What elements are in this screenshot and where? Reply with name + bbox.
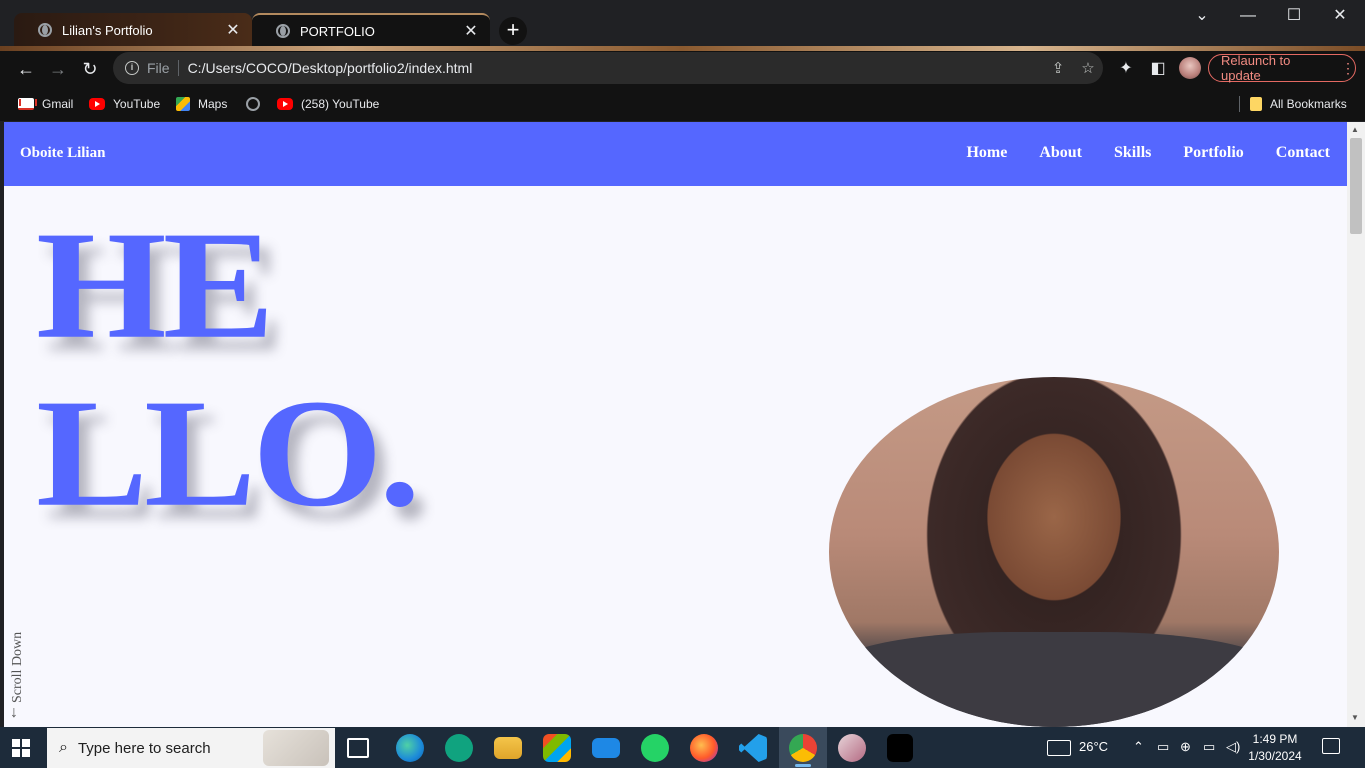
bookmark-gmail[interactable]: Gmail bbox=[18, 95, 73, 113]
bookmark-label: (258) YouTube bbox=[301, 97, 380, 111]
close-tab-icon[interactable]: ✕ bbox=[462, 21, 480, 41]
web-page: Oboite Lilian Home About Skills Portfoli… bbox=[4, 122, 1347, 727]
taskbar-search-box[interactable]: ⌕ Type here to search bbox=[47, 728, 335, 768]
folder-icon bbox=[1250, 97, 1262, 111]
minimize-button[interactable]: — bbox=[1225, 4, 1271, 28]
forward-button[interactable]: → bbox=[46, 58, 70, 80]
task-view-icon[interactable] bbox=[347, 738, 369, 758]
divider bbox=[177, 60, 179, 76]
edge-icon[interactable] bbox=[396, 734, 424, 762]
nav-link-portfolio[interactable]: Portfolio bbox=[1183, 144, 1243, 162]
bookmark-youtube[interactable]: YouTube bbox=[89, 95, 160, 113]
nav-link-contact[interactable]: Contact bbox=[1276, 144, 1330, 162]
battery-icon[interactable]: ▭ bbox=[1203, 739, 1215, 755]
scroll-down-indicator[interactable]: Scroll Down ↓ bbox=[9, 612, 27, 722]
netflix-icon[interactable] bbox=[887, 734, 913, 762]
windows-start-icon[interactable] bbox=[12, 739, 30, 757]
clock-time: 1:49 PM bbox=[1252, 732, 1298, 746]
relaunch-label: Relaunch to update bbox=[1221, 53, 1291, 83]
notifications-icon[interactable] bbox=[1322, 738, 1340, 754]
search-icon: ⌕ bbox=[59, 739, 68, 756]
tab-portfolio[interactable]: PORTFOLIO ✕ bbox=[252, 13, 490, 47]
windows-taskbar: ⌕ Type here to search 26°C ⌃ ▭ ⊕ ▭ ◁) 1:… bbox=[0, 727, 1365, 768]
snipping-tool-icon[interactable] bbox=[838, 734, 866, 762]
tab-title: PORTFOLIO bbox=[300, 23, 375, 39]
scrollbar-thumb[interactable] bbox=[1350, 138, 1362, 234]
back-button[interactable]: ← bbox=[14, 58, 38, 80]
reload-button[interactable]: ↻ bbox=[78, 58, 102, 80]
file-explorer-icon[interactable] bbox=[494, 737, 522, 759]
new-tab-button[interactable]: + bbox=[499, 17, 527, 45]
bookmark-label: Maps bbox=[198, 97, 228, 111]
language-globe-icon[interactable]: ⊕ bbox=[1180, 739, 1191, 755]
volume-icon[interactable]: ◁) bbox=[1226, 739, 1240, 755]
extensions-icon[interactable]: ✦ bbox=[1114, 57, 1138, 81]
all-bookmarks-button[interactable]: All Bookmarks bbox=[1250, 95, 1347, 113]
scroll-down-label: Scroll Down bbox=[10, 631, 25, 703]
globe-icon bbox=[276, 24, 290, 38]
bookmark-maps[interactable]: Maps bbox=[176, 95, 227, 113]
close-window-button[interactable]: ✕ bbox=[1317, 4, 1363, 28]
info-icon[interactable]: i bbox=[125, 61, 139, 75]
site-menu: Home About Skills Portfolio Contact bbox=[966, 144, 1330, 162]
chrome-icon[interactable] bbox=[789, 734, 817, 762]
bookmark-star-icon[interactable]: ☆ bbox=[1073, 59, 1103, 77]
chevron-up-icon[interactable]: ⌃ bbox=[1133, 739, 1144, 755]
bookmark-label: Gmail bbox=[42, 97, 74, 111]
nav-link-home[interactable]: Home bbox=[966, 144, 1007, 162]
youtube-icon bbox=[89, 98, 105, 110]
search-placeholder: Type here to search bbox=[77, 739, 211, 757]
all-bookmarks-label: All Bookmarks bbox=[1270, 97, 1347, 111]
bookmark-globe[interactable] bbox=[246, 95, 268, 113]
weather-icon[interactable] bbox=[1047, 740, 1071, 756]
side-panel-icon[interactable]: ◧ bbox=[1146, 57, 1170, 81]
whatsapp-icon[interactable] bbox=[641, 734, 669, 762]
divider bbox=[1239, 96, 1240, 112]
page-scrollbar[interactable]: ▲ ▼ bbox=[1347, 122, 1365, 727]
weather-temp[interactable]: 26°C bbox=[1079, 739, 1108, 754]
browser-toolbar: ← → ↻ i File C:/Users/COCO/Desktop/portf… bbox=[0, 51, 1365, 87]
bookmarks-bar: Gmail YouTube Maps (258) YouTube All Boo… bbox=[0, 87, 1365, 121]
maps-icon bbox=[176, 97, 190, 111]
chatgpt-icon[interactable] bbox=[445, 734, 473, 762]
tab-search-chevron-icon[interactable]: ⌄ bbox=[1179, 4, 1225, 28]
youtube-icon bbox=[277, 98, 293, 110]
share-icon[interactable]: ⇪ bbox=[1043, 59, 1073, 77]
hero-heading-line-2: LLO. bbox=[36, 367, 421, 539]
scroll-up-arrow-icon[interactable]: ▲ bbox=[1351, 125, 1359, 134]
globe-icon bbox=[246, 97, 260, 111]
maximize-button[interactable]: ☐ bbox=[1271, 4, 1317, 28]
more-menu-icon[interactable]: ⋮ bbox=[1341, 60, 1355, 77]
relaunch-button[interactable]: Relaunch to update ⋮ bbox=[1208, 53, 1356, 83]
search-highlight-icon bbox=[263, 730, 329, 766]
url-text[interactable]: C:/Users/COCO/Desktop/portfolio2/index.h… bbox=[188, 60, 1043, 76]
close-tab-icon[interactable]: ✕ bbox=[224, 20, 242, 40]
scroll-down-arrow-icon[interactable]: ▼ bbox=[1351, 713, 1359, 722]
site-brand[interactable]: Oboite Lilian bbox=[20, 145, 105, 162]
shirt-detail bbox=[829, 632, 1279, 727]
tab-title: Lilian's Portfolio bbox=[62, 22, 153, 38]
microsoft-store-icon[interactable] bbox=[543, 734, 571, 762]
meet-now-icon[interactable]: ▭ bbox=[1157, 739, 1169, 755]
vscode-icon[interactable] bbox=[739, 734, 767, 762]
hero-heading-line-1: HE bbox=[36, 199, 275, 371]
site-navbar: Oboite Lilian Home About Skills Portfoli… bbox=[4, 122, 1347, 186]
profile-avatar[interactable] bbox=[1179, 57, 1201, 79]
clock-date: 1/30/2024 bbox=[1248, 749, 1302, 763]
firefox-icon[interactable] bbox=[690, 734, 718, 762]
bookmark-label: YouTube bbox=[113, 97, 161, 111]
mail-icon[interactable] bbox=[592, 738, 620, 758]
bookmark-youtube-258[interactable]: (258) YouTube bbox=[277, 95, 379, 113]
gmail-icon bbox=[18, 98, 37, 110]
globe-icon bbox=[38, 23, 52, 37]
profile-photo bbox=[829, 377, 1279, 727]
scheme-label: File bbox=[147, 60, 170, 76]
nav-link-skills[interactable]: Skills bbox=[1114, 144, 1151, 162]
system-clock[interactable]: 1:49 PM 1/30/2024 bbox=[1245, 731, 1305, 765]
nav-link-about[interactable]: About bbox=[1039, 144, 1082, 162]
browser-titlebar: Lilian's Portfolio ✕ PORTFOLIO ✕ + ⌄ — ☐… bbox=[0, 0, 1365, 51]
tab-lilians-portfolio[interactable]: Lilian's Portfolio ✕ bbox=[14, 13, 252, 47]
arrow-down-icon: ↓ bbox=[10, 704, 18, 721]
address-bar[interactable]: i File C:/Users/COCO/Desktop/portfolio2/… bbox=[113, 52, 1103, 84]
